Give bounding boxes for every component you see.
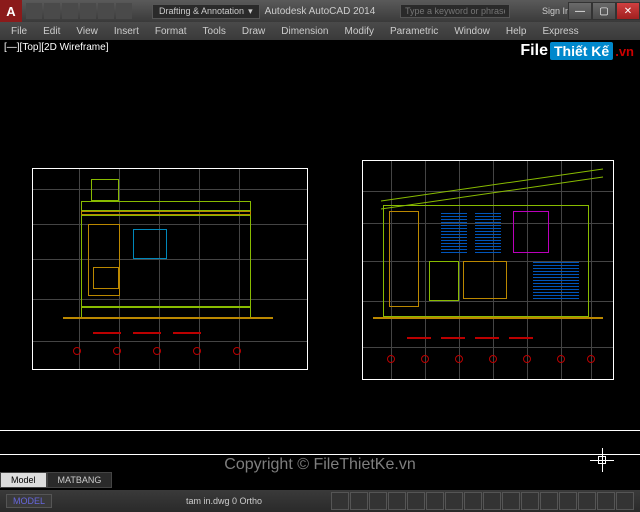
print-button[interactable] — [116, 3, 132, 19]
maximize-button[interactable]: ▢ — [592, 2, 616, 20]
lock-ui-toggle[interactable] — [559, 492, 577, 510]
menu-tools[interactable]: Tools — [196, 24, 233, 39]
grid-toggle[interactable] — [350, 492, 368, 510]
status-file-info: tam in.dwg 0 Ortho — [186, 496, 262, 506]
qp-toggle[interactable] — [483, 492, 501, 510]
watermark-part2: Thiết Kế — [550, 42, 613, 60]
menu-view[interactable]: View — [69, 24, 105, 39]
hardware-accel-toggle[interactable] — [578, 492, 596, 510]
drawing-line — [0, 454, 640, 455]
open-button[interactable] — [44, 3, 60, 19]
osnap-toggle[interactable] — [407, 492, 425, 510]
watermark-part3: .vn — [615, 44, 634, 59]
menu-insert[interactable]: Insert — [107, 24, 146, 39]
dyn-toggle[interactable] — [445, 492, 463, 510]
copyright-watermark: Copyright © FileThietKe.vn — [224, 456, 415, 474]
tab-model[interactable]: Model — [0, 472, 47, 488]
drawing-viewport-left — [32, 168, 308, 370]
snap-toggle[interactable] — [331, 492, 349, 510]
menu-file[interactable]: File — [4, 24, 34, 39]
workspace-switch[interactable] — [540, 492, 558, 510]
menu-modify[interactable]: Modify — [338, 24, 381, 39]
menu-draw[interactable]: Draw — [235, 24, 272, 39]
menu-parametric[interactable]: Parametric — [383, 24, 445, 39]
sc-toggle[interactable] — [502, 492, 520, 510]
menu-express[interactable]: Express — [535, 24, 585, 39]
minimize-button[interactable]: — — [568, 2, 592, 20]
otrack-toggle[interactable] — [426, 492, 444, 510]
isolate-toggle[interactable] — [597, 492, 615, 510]
status-toggles — [331, 492, 634, 510]
viewport-label[interactable]: [—][Top][2D Wireframe] — [4, 42, 108, 53]
statusbar: MODEL tam in.dwg 0 Ortho — [0, 490, 640, 512]
drawing-viewport-right — [362, 160, 614, 380]
menu-help[interactable]: Help — [499, 24, 534, 39]
drawing-canvas[interactable] — [0, 40, 640, 488]
menu-dimension[interactable]: Dimension — [274, 24, 335, 39]
menu-window[interactable]: Window — [447, 24, 497, 39]
layout-tabs: Model MATBANG — [0, 472, 112, 488]
lwt-toggle[interactable] — [464, 492, 482, 510]
polar-toggle[interactable] — [388, 492, 406, 510]
close-button[interactable]: ✕ — [616, 2, 640, 20]
tab-layout1[interactable]: MATBANG — [47, 472, 113, 488]
search-input[interactable] — [400, 4, 510, 18]
drawing-line — [0, 430, 640, 431]
clean-screen-toggle[interactable] — [616, 492, 634, 510]
redo-button[interactable] — [98, 3, 114, 19]
menu-format[interactable]: Format — [148, 24, 194, 39]
new-button[interactable] — [26, 3, 42, 19]
menubar: File Edit View Insert Format Tools Draw … — [0, 22, 640, 40]
undo-button[interactable] — [80, 3, 96, 19]
window-controls: — ▢ ✕ — [568, 2, 640, 20]
window-title: Autodesk AutoCAD 2014 — [265, 6, 376, 17]
model-space-badge[interactable]: MODEL — [6, 494, 52, 508]
quick-access-toolbar — [26, 3, 132, 19]
app-menu-button[interactable]: A — [0, 0, 22, 22]
crosshair-cursor — [590, 448, 614, 472]
workspace-dropdown[interactable]: Drafting & Annotation ▾ — [152, 4, 260, 19]
watermark-logo: File Thiết Kế .vn — [520, 42, 634, 60]
signin-button[interactable]: Sign In — [542, 6, 570, 16]
titlebar: A Drafting & Annotation ▾ Autodesk AutoC… — [0, 0, 640, 22]
watermark-part1: File — [520, 42, 548, 60]
ortho-toggle[interactable] — [369, 492, 387, 510]
workspace-label: Drafting & Annotation — [159, 6, 244, 16]
menu-edit[interactable]: Edit — [36, 24, 67, 39]
annotation-toggle[interactable] — [521, 492, 539, 510]
save-button[interactable] — [62, 3, 78, 19]
chevron-down-icon: ▾ — [248, 6, 253, 17]
